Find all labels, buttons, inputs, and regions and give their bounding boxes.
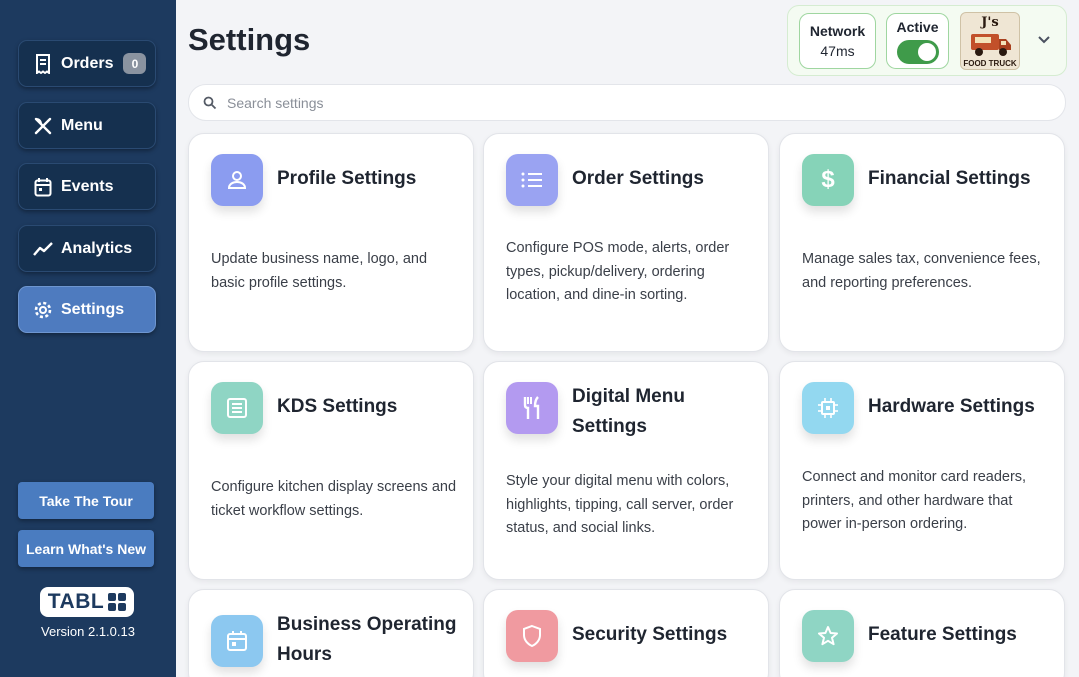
chart-line-icon [33, 239, 53, 259]
card-title: Digital Menu Settings [572, 386, 685, 437]
card-description: Configure kitchen display screens and ti… [211, 479, 457, 519]
card-title: Order Settings [572, 168, 704, 189]
tabl-logo: TABL [40, 587, 134, 617]
user-icon [211, 154, 263, 206]
nav-events[interactable]: Events [18, 163, 156, 210]
kds-icon [211, 382, 263, 434]
nav-analytics-label: Analytics [61, 239, 133, 257]
card-description: Connect and monitor card readers, printe… [802, 469, 1027, 532]
orders-count-badge: 0 [123, 53, 147, 74]
logo-grid-icon [108, 593, 127, 611]
nav-orders[interactable]: Orders 0 [18, 40, 156, 87]
network-label: Network [809, 23, 866, 39]
card-business-operating-hours[interactable]: Business Operating Hours [188, 589, 474, 677]
calendar-icon [211, 615, 263, 667]
card-description: Configure POS mode, alerts, order types,… [506, 240, 730, 303]
nav-settings-label: Settings [61, 300, 125, 318]
card-title: Hardware Settings [868, 396, 1035, 417]
nav-analytics[interactable]: Analytics [18, 225, 156, 272]
calendar-icon [33, 177, 53, 197]
active-status: Active [886, 13, 949, 69]
shield-icon [506, 610, 558, 662]
brand-tagline: FOOD TRUCK [963, 59, 1017, 68]
nav-events-label: Events [61, 177, 114, 195]
brand-name: J's [981, 15, 999, 30]
nav-settings[interactable]: Settings [18, 286, 156, 333]
status-panel: Network 47ms Active J's FOOD TRUCK [787, 5, 1067, 76]
food-truck-icon [971, 34, 1011, 56]
card-title: Financial Settings [868, 168, 1031, 189]
card-title: KDS Settings [277, 396, 398, 417]
sidebar: Orders 0 Menu Events Analytics Settings … [0, 0, 176, 677]
business-logo[interactable]: J's FOOD TRUCK [960, 12, 1020, 70]
dollar-icon: $ [802, 154, 854, 206]
star-icon [802, 610, 854, 662]
chip-icon [802, 382, 854, 434]
take-tour-button[interactable]: Take The Tour [18, 482, 154, 519]
nav-menu-label: Menu [61, 116, 103, 134]
card-feature-settings[interactable]: Feature Settings [779, 589, 1065, 677]
card-kds-settings[interactable]: KDS Settings Configure kitchen display s… [188, 361, 474, 580]
search-input[interactable] [227, 94, 1047, 111]
search-bar [188, 84, 1066, 121]
card-description: Style your digital menu with colors, hig… [506, 473, 734, 536]
page-title: Settings [188, 22, 311, 57]
active-toggle[interactable] [896, 40, 939, 64]
toggle-knob [917, 43, 936, 61]
receipt-icon [33, 53, 53, 74]
whats-new-button[interactable]: Learn What's New [18, 530, 154, 567]
card-description: Update business name, logo, and basic pr… [211, 251, 428, 291]
network-latency: 47ms [820, 43, 855, 59]
chevron-down-icon[interactable] [1034, 30, 1054, 50]
card-title: Feature Settings [868, 624, 1017, 645]
nav-menu[interactable]: Menu [18, 102, 156, 149]
card-description: Manage sales tax, convenience fees, and … [802, 251, 1041, 291]
logo-text: TABL [47, 590, 105, 613]
nav-orders-label: Orders [61, 54, 114, 72]
card-financial-settings[interactable]: $ Financial Settings Manage sales tax, c… [779, 133, 1065, 352]
card-security-settings[interactable]: Security Settings [483, 589, 769, 677]
active-label: Active [896, 19, 939, 35]
card-order-settings[interactable]: Order Settings Configure POS mode, alert… [483, 133, 769, 352]
card-hardware-settings[interactable]: Hardware Settings Connect and monitor ca… [779, 361, 1065, 580]
card-digital-menu-settings[interactable]: Digital Menu Settings Style your digital… [483, 361, 769, 580]
search-icon [203, 96, 217, 109]
card-title: Profile Settings [277, 168, 417, 189]
utensils-icon [33, 116, 53, 136]
gear-icon [33, 300, 53, 320]
app-version: Version 2.1.0.13 [41, 624, 135, 639]
list-icon [506, 154, 558, 206]
card-profile-settings[interactable]: Profile Settings Update business name, l… [188, 133, 474, 352]
card-title: Security Settings [572, 624, 728, 645]
fork-knife-icon [506, 382, 558, 434]
network-status: Network 47ms [799, 13, 876, 69]
card-title: Business Operating Hours [277, 614, 457, 665]
